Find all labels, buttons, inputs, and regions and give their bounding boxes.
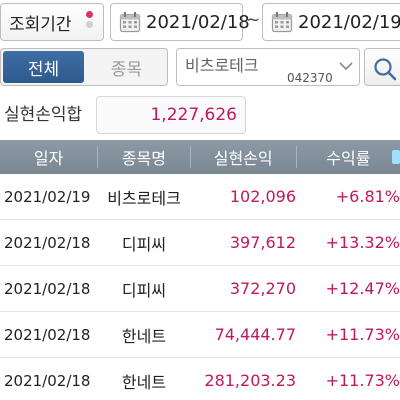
row-date: 2021/02/19 [4, 187, 91, 206]
row-stock-name: 디피씨 [121, 280, 167, 300]
search-button[interactable] [364, 48, 400, 86]
indicator-dot-active [85, 11, 93, 18]
row-date: 2021/02/18 [4, 371, 91, 390]
chevron-down-icon [339, 62, 353, 71]
table-body: 2021/02/19 비츠로테크 102,096 +6.81% 2021/02/… [0, 174, 400, 400]
row-date: 2021/02/18 [4, 279, 91, 298]
row-profit: 102,096 [229, 187, 296, 206]
summary-value: 1,227,626 [150, 105, 237, 125]
row-stock-name: 한네트 [121, 326, 167, 346]
row-profit: 74,444.77 [214, 325, 296, 344]
tab-stock[interactable]: 종목 [86, 49, 167, 85]
table-row[interactable]: 2021/02/18 한네트 281,203.23 +11.73% [0, 358, 400, 400]
row-stock-name: 한네트 [121, 372, 167, 392]
segmented-tabs: 전체 종목 [0, 48, 168, 86]
row-rate: +6.81% [335, 187, 400, 206]
row-stock-name: 디피씨 [121, 234, 167, 254]
from-date-field[interactable]: 2021/02/18 [110, 3, 250, 41]
filter-row: 전체 종목 비츠로테크 042370 [0, 44, 400, 92]
header-return-rate[interactable]: 수익률 [297, 145, 400, 169]
calendar-icon [271, 12, 293, 33]
stock-dropdown[interactable]: 비츠로테크 042370 [176, 48, 360, 86]
tab-all[interactable]: 전체 [3, 51, 84, 83]
row-rate: +11.73% [325, 371, 400, 390]
row-profit: 397,612 [229, 233, 296, 252]
period-label: 조회기간 [9, 14, 72, 35]
table-row[interactable]: 2021/02/18 디피씨 397,612 +13.32% [0, 220, 400, 266]
row-profit: 281,203.23 [204, 371, 296, 390]
summary-row: 실현손익합 1,227,626 [0, 92, 400, 140]
row-profit: 372,270 [229, 279, 296, 298]
to-date-field[interactable]: 2021/02/19 [262, 3, 400, 41]
header-date[interactable]: 일자 [0, 145, 97, 169]
table-header: 일자 종목명 실현손익 수익률 [0, 140, 400, 174]
date-separator: ~ [246, 10, 261, 30]
header-realized-profit[interactable]: 실현손익 [191, 145, 296, 169]
calendar-icon [119, 12, 141, 33]
scroll-indicator [392, 150, 400, 164]
row-stock-name: 비츠로테크 [107, 188, 181, 208]
row-rate: +11.73% [325, 325, 400, 344]
summary-value-box: 1,227,626 [96, 96, 246, 134]
indicator-dot-inactive [85, 21, 93, 28]
row-date: 2021/02/18 [4, 325, 91, 344]
search-icon [374, 58, 397, 81]
header-stock-name[interactable]: 종목명 [98, 145, 189, 169]
stock-code: 042370 [287, 71, 333, 85]
from-date-value: 2021/02/18 [146, 11, 250, 33]
row-rate: +13.32% [325, 233, 400, 252]
row-date: 2021/02/18 [4, 233, 91, 252]
period-toggle-indicator[interactable] [84, 8, 94, 32]
stock-name: 비츠로테크 [185, 56, 259, 75]
to-date-value: 2021/02/19 [298, 11, 400, 33]
summary-label: 실현손익합 [4, 105, 83, 125]
table-row[interactable]: 2021/02/18 한네트 74,444.77 +11.73% [0, 312, 400, 358]
period-row: 조회기간 2021/02/18 ~ 2021/02/19 [0, 0, 400, 44]
row-rate: +12.47% [325, 279, 400, 298]
table-row[interactable]: 2021/02/19 비츠로테크 102,096 +6.81% [0, 174, 400, 220]
table-row[interactable]: 2021/02/18 디피씨 372,270 +12.47% [0, 266, 400, 312]
